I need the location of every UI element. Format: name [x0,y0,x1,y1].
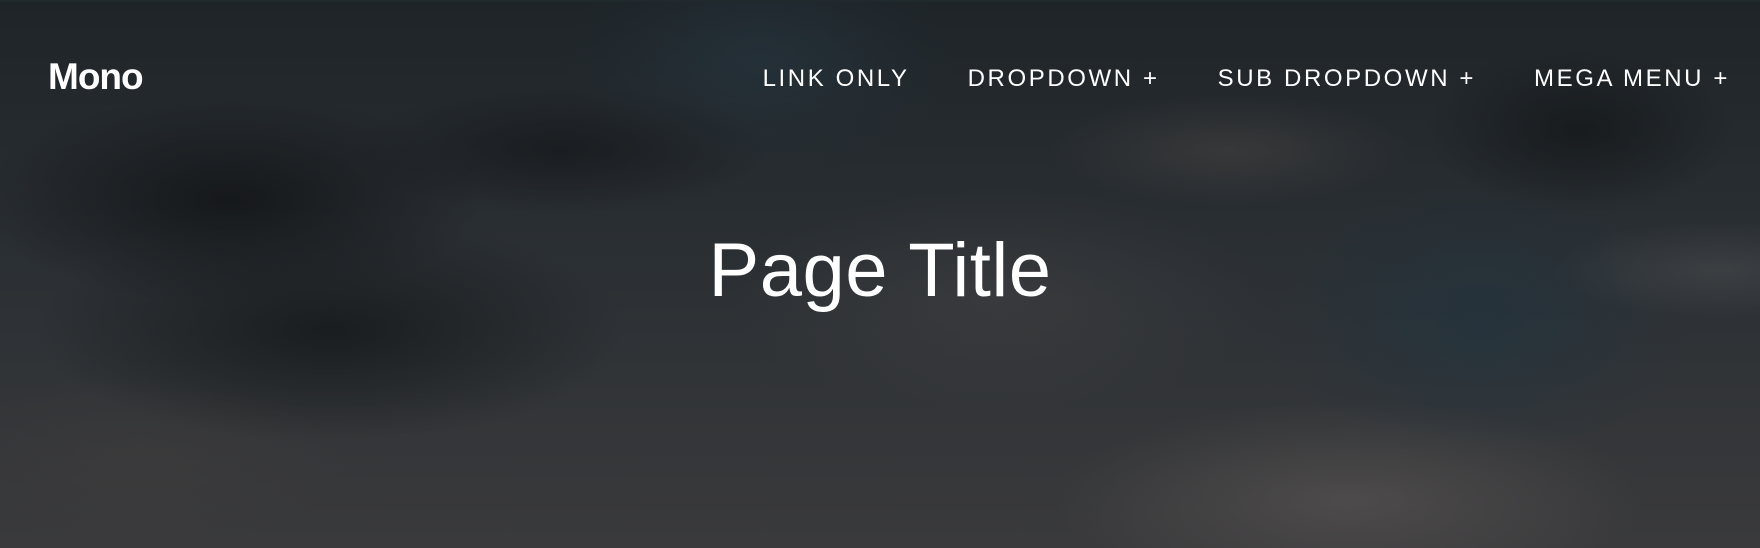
page-title: Page Title [708,228,1052,313]
nav-link-only[interactable]: LINK ONLY [763,64,910,94]
nav-sub-dropdown[interactable]: SUB DROPDOWN + [1218,64,1476,94]
site-logo[interactable]: Mono [48,55,144,99]
hero-banner: Mono LINK ONLY DROPDOWN + SUB DROPDOWN +… [0,0,1760,548]
main-nav: LINK ONLY DROPDOWN + SUB DROPDOWN + MEGA… [763,64,1730,94]
site-header: Mono LINK ONLY DROPDOWN + SUB DROPDOWN +… [0,0,1760,156]
nav-dropdown[interactable]: DROPDOWN + [968,64,1160,94]
nav-mega-menu[interactable]: MEGA MENU + [1534,64,1730,94]
